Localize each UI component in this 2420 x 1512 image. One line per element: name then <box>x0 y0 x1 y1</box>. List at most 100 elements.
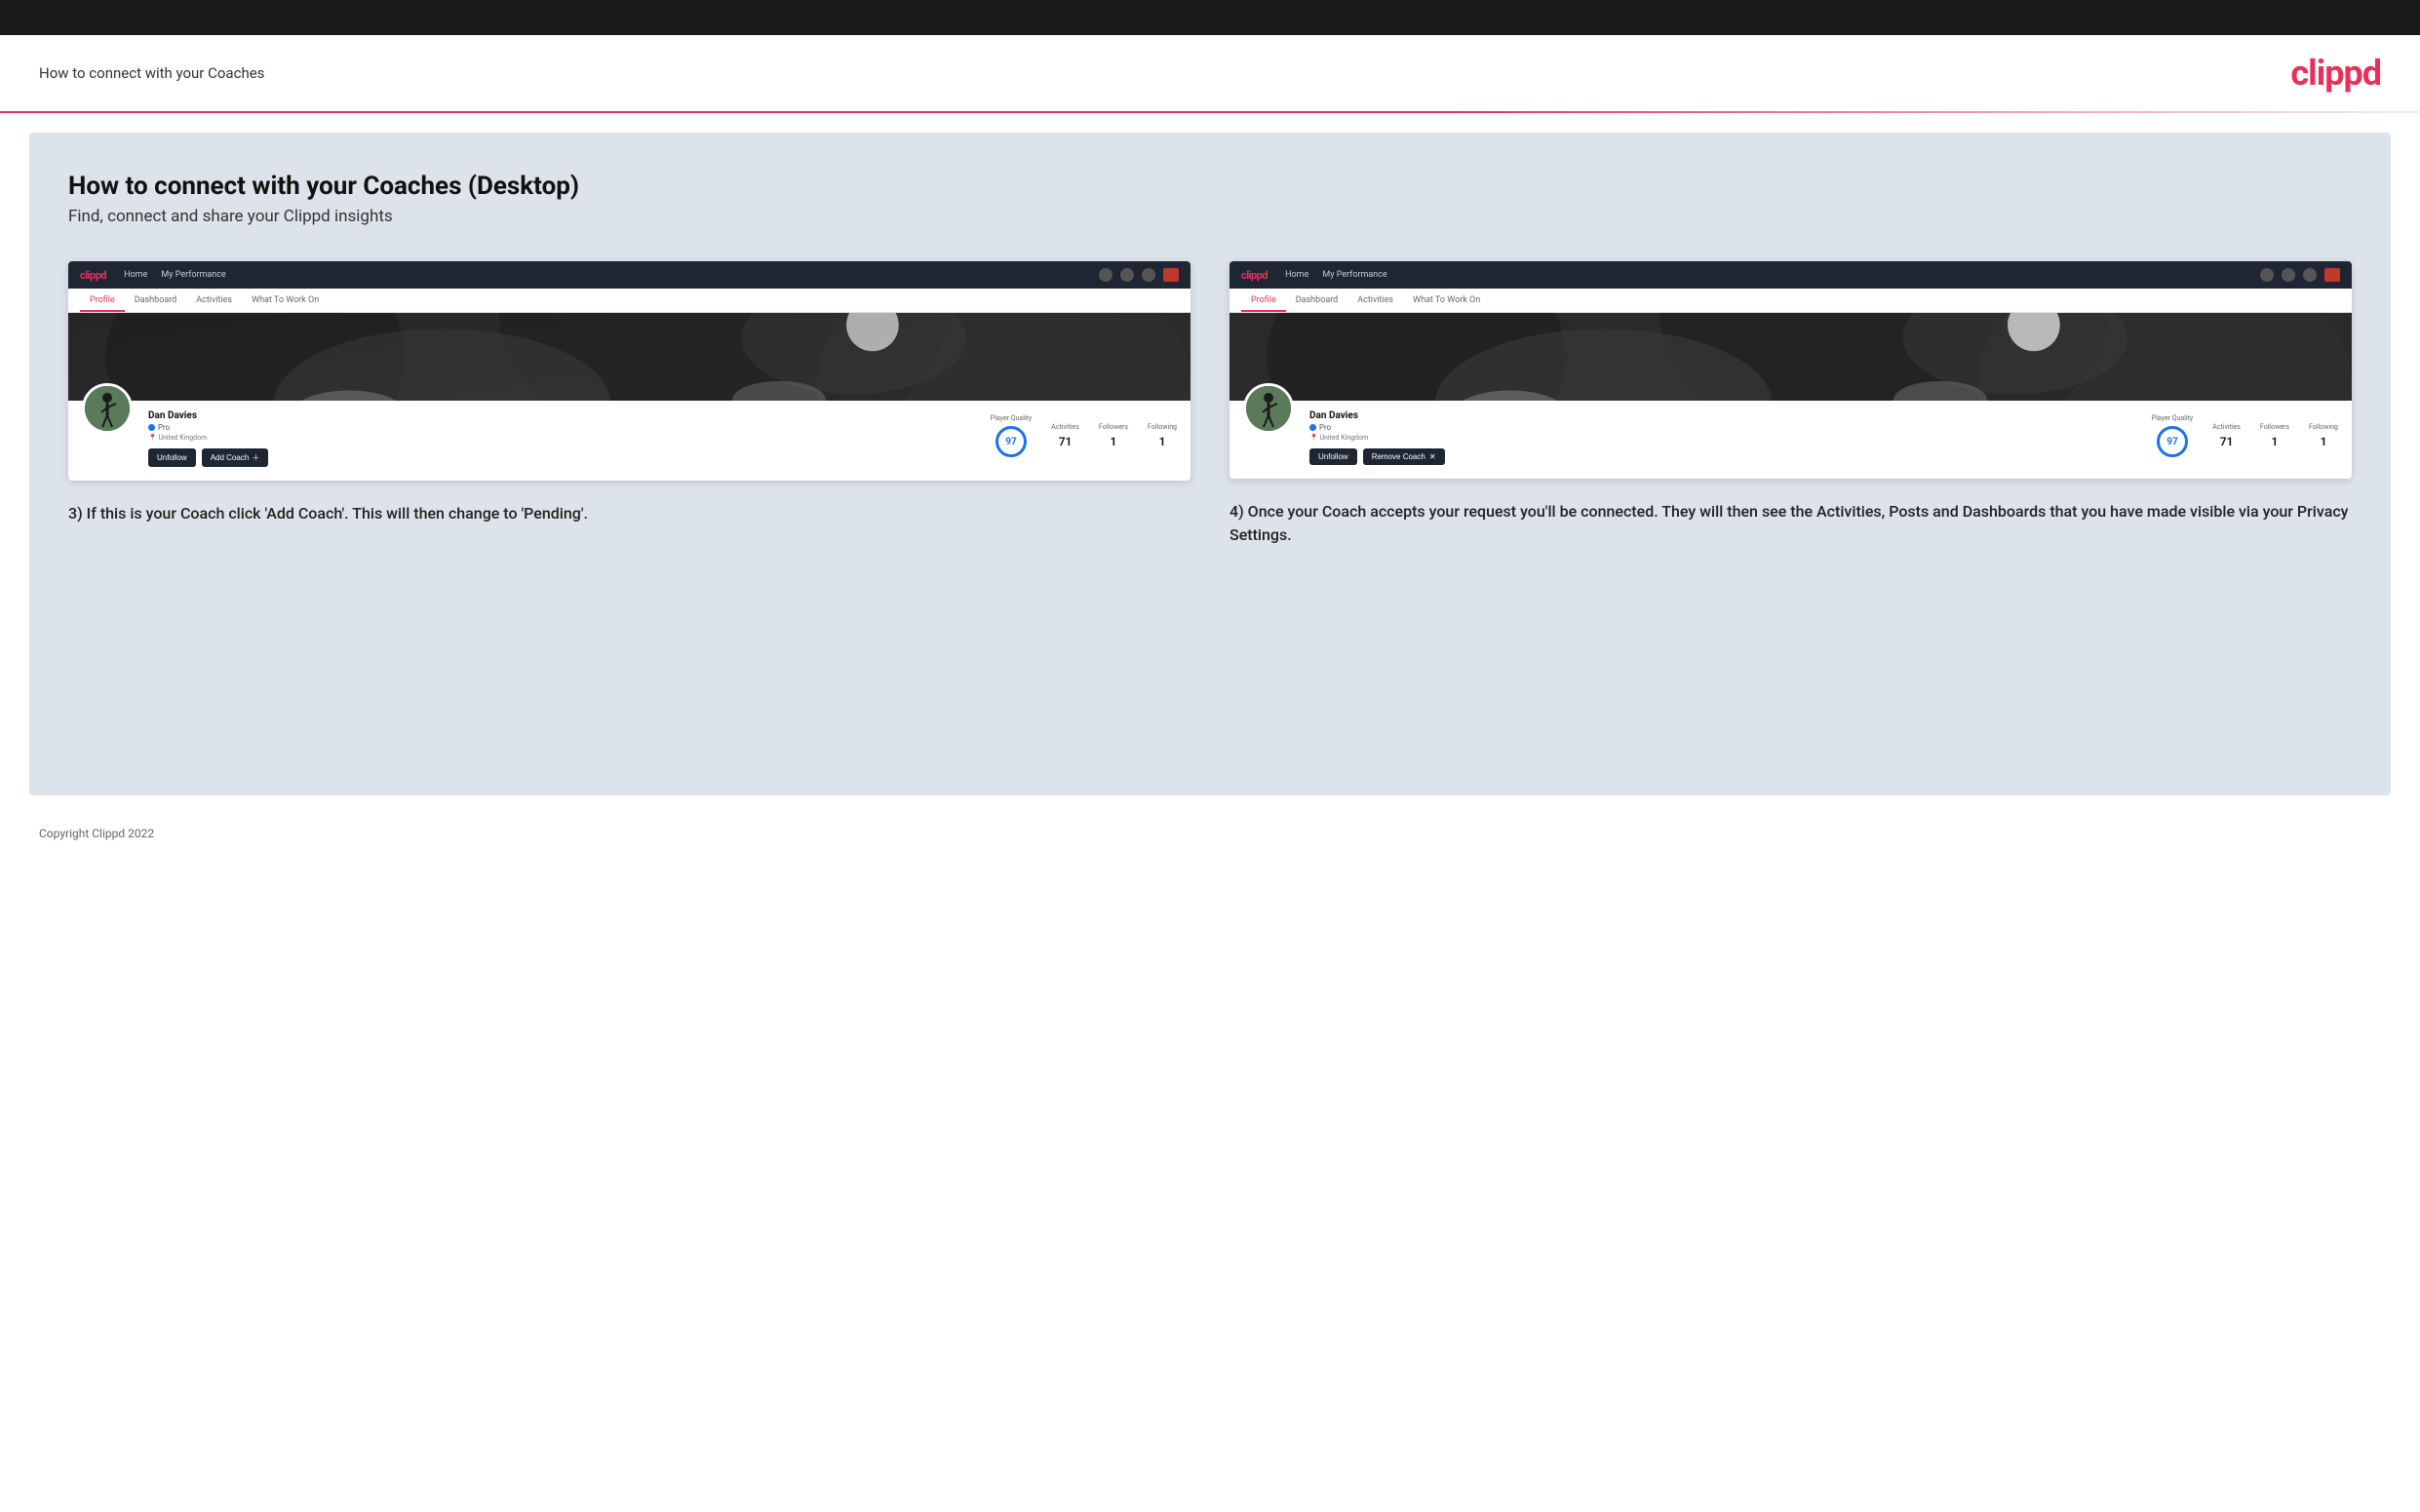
right-nav-home: Home <box>1285 270 1308 280</box>
header: How to connect with your Coaches clippd <box>0 35 2420 111</box>
left-pro-label: Pro <box>158 423 170 432</box>
left-followers-label: Followers <box>1099 423 1128 431</box>
footer: Copyright Clippd 2022 <box>0 815 2420 852</box>
right-close-icon: ✕ <box>1429 452 1436 461</box>
left-tab-activities[interactable]: Activities <box>186 289 242 312</box>
left-column: clippd Home My Performance Profile <box>68 261 1190 547</box>
left-tab-dashboard[interactable]: Dashboard <box>125 289 187 312</box>
right-column: clippd Home My Performance Profile <box>1230 261 2352 547</box>
right-screenshot: clippd Home My Performance Profile <box>1230 261 2352 479</box>
right-search-icon <box>2260 268 2274 282</box>
left-profile-name: Dan Davies <box>148 410 975 421</box>
copyright-text: Copyright Clippd 2022 <box>39 827 154 840</box>
right-user-icon <box>2282 268 2295 282</box>
left-following-label: Following <box>1148 423 1177 431</box>
left-followers-value: 1 <box>1099 435 1128 448</box>
right-remove-coach-button[interactable]: Remove Coach ✕ <box>1363 448 1445 465</box>
right-avatar-inner <box>1246 386 1291 431</box>
left-quality-label: Player Quality <box>991 414 1032 422</box>
right-followers-value: 1 <box>2260 435 2289 448</box>
right-nav-performance: My Performance <box>1322 270 1386 280</box>
header-title: How to connect with your Coaches <box>39 64 264 82</box>
left-tab-profile[interactable]: Profile <box>80 289 125 312</box>
right-tab-profile[interactable]: Profile <box>1241 289 1286 312</box>
right-followers-stat: Followers 1 <box>2260 423 2289 448</box>
left-add-coach-button[interactable]: Add Coach ＋ <box>202 448 269 467</box>
right-profile-section: Dan Davies Pro 📍 United Kingdom Unfollow… <box>1230 401 2352 479</box>
main-subtitle: Find, connect and share your Clippd insi… <box>68 207 2352 226</box>
right-mock-stats: Player Quality 97 Activities 71 Follower… <box>2152 410 2338 457</box>
right-mock-banner <box>1230 313 2352 401</box>
right-unfollow-button[interactable]: Unfollow <box>1309 448 1357 465</box>
left-tab-whats-to-work-on[interactable]: What To Work On <box>242 289 329 312</box>
left-add-icon: ＋ <box>252 452 259 463</box>
left-profile-info: Dan Davies Pro 📍 United Kingdom Unfollow… <box>148 410 975 467</box>
left-quality-value: 97 <box>995 426 1027 457</box>
right-following-value: 1 <box>2309 435 2338 448</box>
left-mock-logo: clippd <box>80 269 106 282</box>
left-screenshot: clippd Home My Performance Profile <box>68 261 1190 481</box>
left-mock-stats: Player Quality 97 Activities 71 Follower… <box>991 410 1177 457</box>
left-activities-value: 71 <box>1051 435 1079 448</box>
right-bell-icon <box>2303 268 2317 282</box>
right-tab-dashboard[interactable]: Dashboard <box>1286 289 1348 312</box>
main-title: How to connect with your Coaches (Deskto… <box>68 172 2352 201</box>
left-following-stat: Following 1 <box>1148 423 1177 448</box>
right-mock-nav: clippd Home My Performance <box>1230 261 2352 289</box>
left-profile-section: Dan Davies Pro 📍 United Kingdom Unfollow… <box>68 401 1190 481</box>
left-location: 📍 United Kingdom <box>148 434 975 442</box>
right-following-label: Following <box>2309 423 2338 431</box>
right-pro-label: Pro <box>1319 423 1331 432</box>
right-tab-whats-to-work-on[interactable]: What To Work On <box>1403 289 1490 312</box>
right-activities-stat: Activities 71 <box>2212 423 2241 448</box>
right-activities-label: Activities <box>2212 423 2241 431</box>
right-avatar <box>1243 383 1294 434</box>
right-player-quality: Player Quality 97 <box>2152 414 2193 457</box>
right-profile-name: Dan Davies <box>1309 410 2136 421</box>
left-mock-tabs: Profile Dashboard Activities What To Wor… <box>68 289 1190 313</box>
right-flag-icon <box>2324 268 2340 282</box>
left-pro-dot <box>148 424 155 431</box>
right-quality-value: 97 <box>2157 426 2188 457</box>
left-activities-stat: Activities 71 <box>1051 423 1079 448</box>
right-location: 📍 United Kingdom <box>1309 434 2136 442</box>
left-followers-stat: Followers 1 <box>1099 423 1128 448</box>
left-nav-home: Home <box>124 270 147 280</box>
left-unfollow-button[interactable]: Unfollow <box>148 448 196 467</box>
right-quality-label: Player Quality <box>2152 414 2193 422</box>
clippd-logo: clippd <box>2290 53 2381 94</box>
left-player-quality: Player Quality 97 <box>991 414 1032 457</box>
right-profile-info: Dan Davies Pro 📍 United Kingdom Unfollow… <box>1309 410 2136 465</box>
left-mock-banner <box>68 313 1190 401</box>
right-activities-value: 71 <box>2212 435 2241 448</box>
header-divider <box>0 111 2420 113</box>
right-mock-tabs: Profile Dashboard Activities What To Wor… <box>1230 289 2352 313</box>
left-search-icon <box>1099 268 1112 282</box>
top-bar <box>0 0 2420 35</box>
left-user-icon <box>1120 268 1134 282</box>
left-mock-nav: clippd Home My Performance <box>68 261 1190 289</box>
right-pro-badge: Pro <box>1309 423 2136 432</box>
left-mock-nav-links: Home My Performance <box>124 270 226 280</box>
left-flag-icon <box>1163 268 1179 282</box>
right-tab-activities[interactable]: Activities <box>1347 289 1403 312</box>
left-activities-label: Activities <box>1051 423 1079 431</box>
left-buttons: Unfollow Add Coach ＋ <box>148 448 975 467</box>
right-mock-nav-links: Home My Performance <box>1285 270 1387 280</box>
right-following-stat: Following 1 <box>2309 423 2338 448</box>
right-mock-logo: clippd <box>1241 269 1268 282</box>
right-description: 4) Once your Coach accepts your request … <box>1230 500 2352 547</box>
left-avatar <box>82 383 133 434</box>
left-mock-nav-icons <box>1099 268 1179 282</box>
right-followers-label: Followers <box>2260 423 2289 431</box>
left-avatar-inner <box>85 386 130 431</box>
left-pro-badge: Pro <box>148 423 975 432</box>
columns: clippd Home My Performance Profile <box>68 261 2352 547</box>
right-buttons: Unfollow Remove Coach ✕ <box>1309 448 2136 465</box>
right-pro-dot <box>1309 424 1316 431</box>
main-content: How to connect with your Coaches (Deskto… <box>29 133 2391 795</box>
left-bell-icon <box>1142 268 1155 282</box>
left-following-value: 1 <box>1148 435 1177 448</box>
left-description: 3) If this is your Coach click 'Add Coac… <box>68 502 1190 525</box>
right-mock-nav-icons <box>2260 268 2340 282</box>
